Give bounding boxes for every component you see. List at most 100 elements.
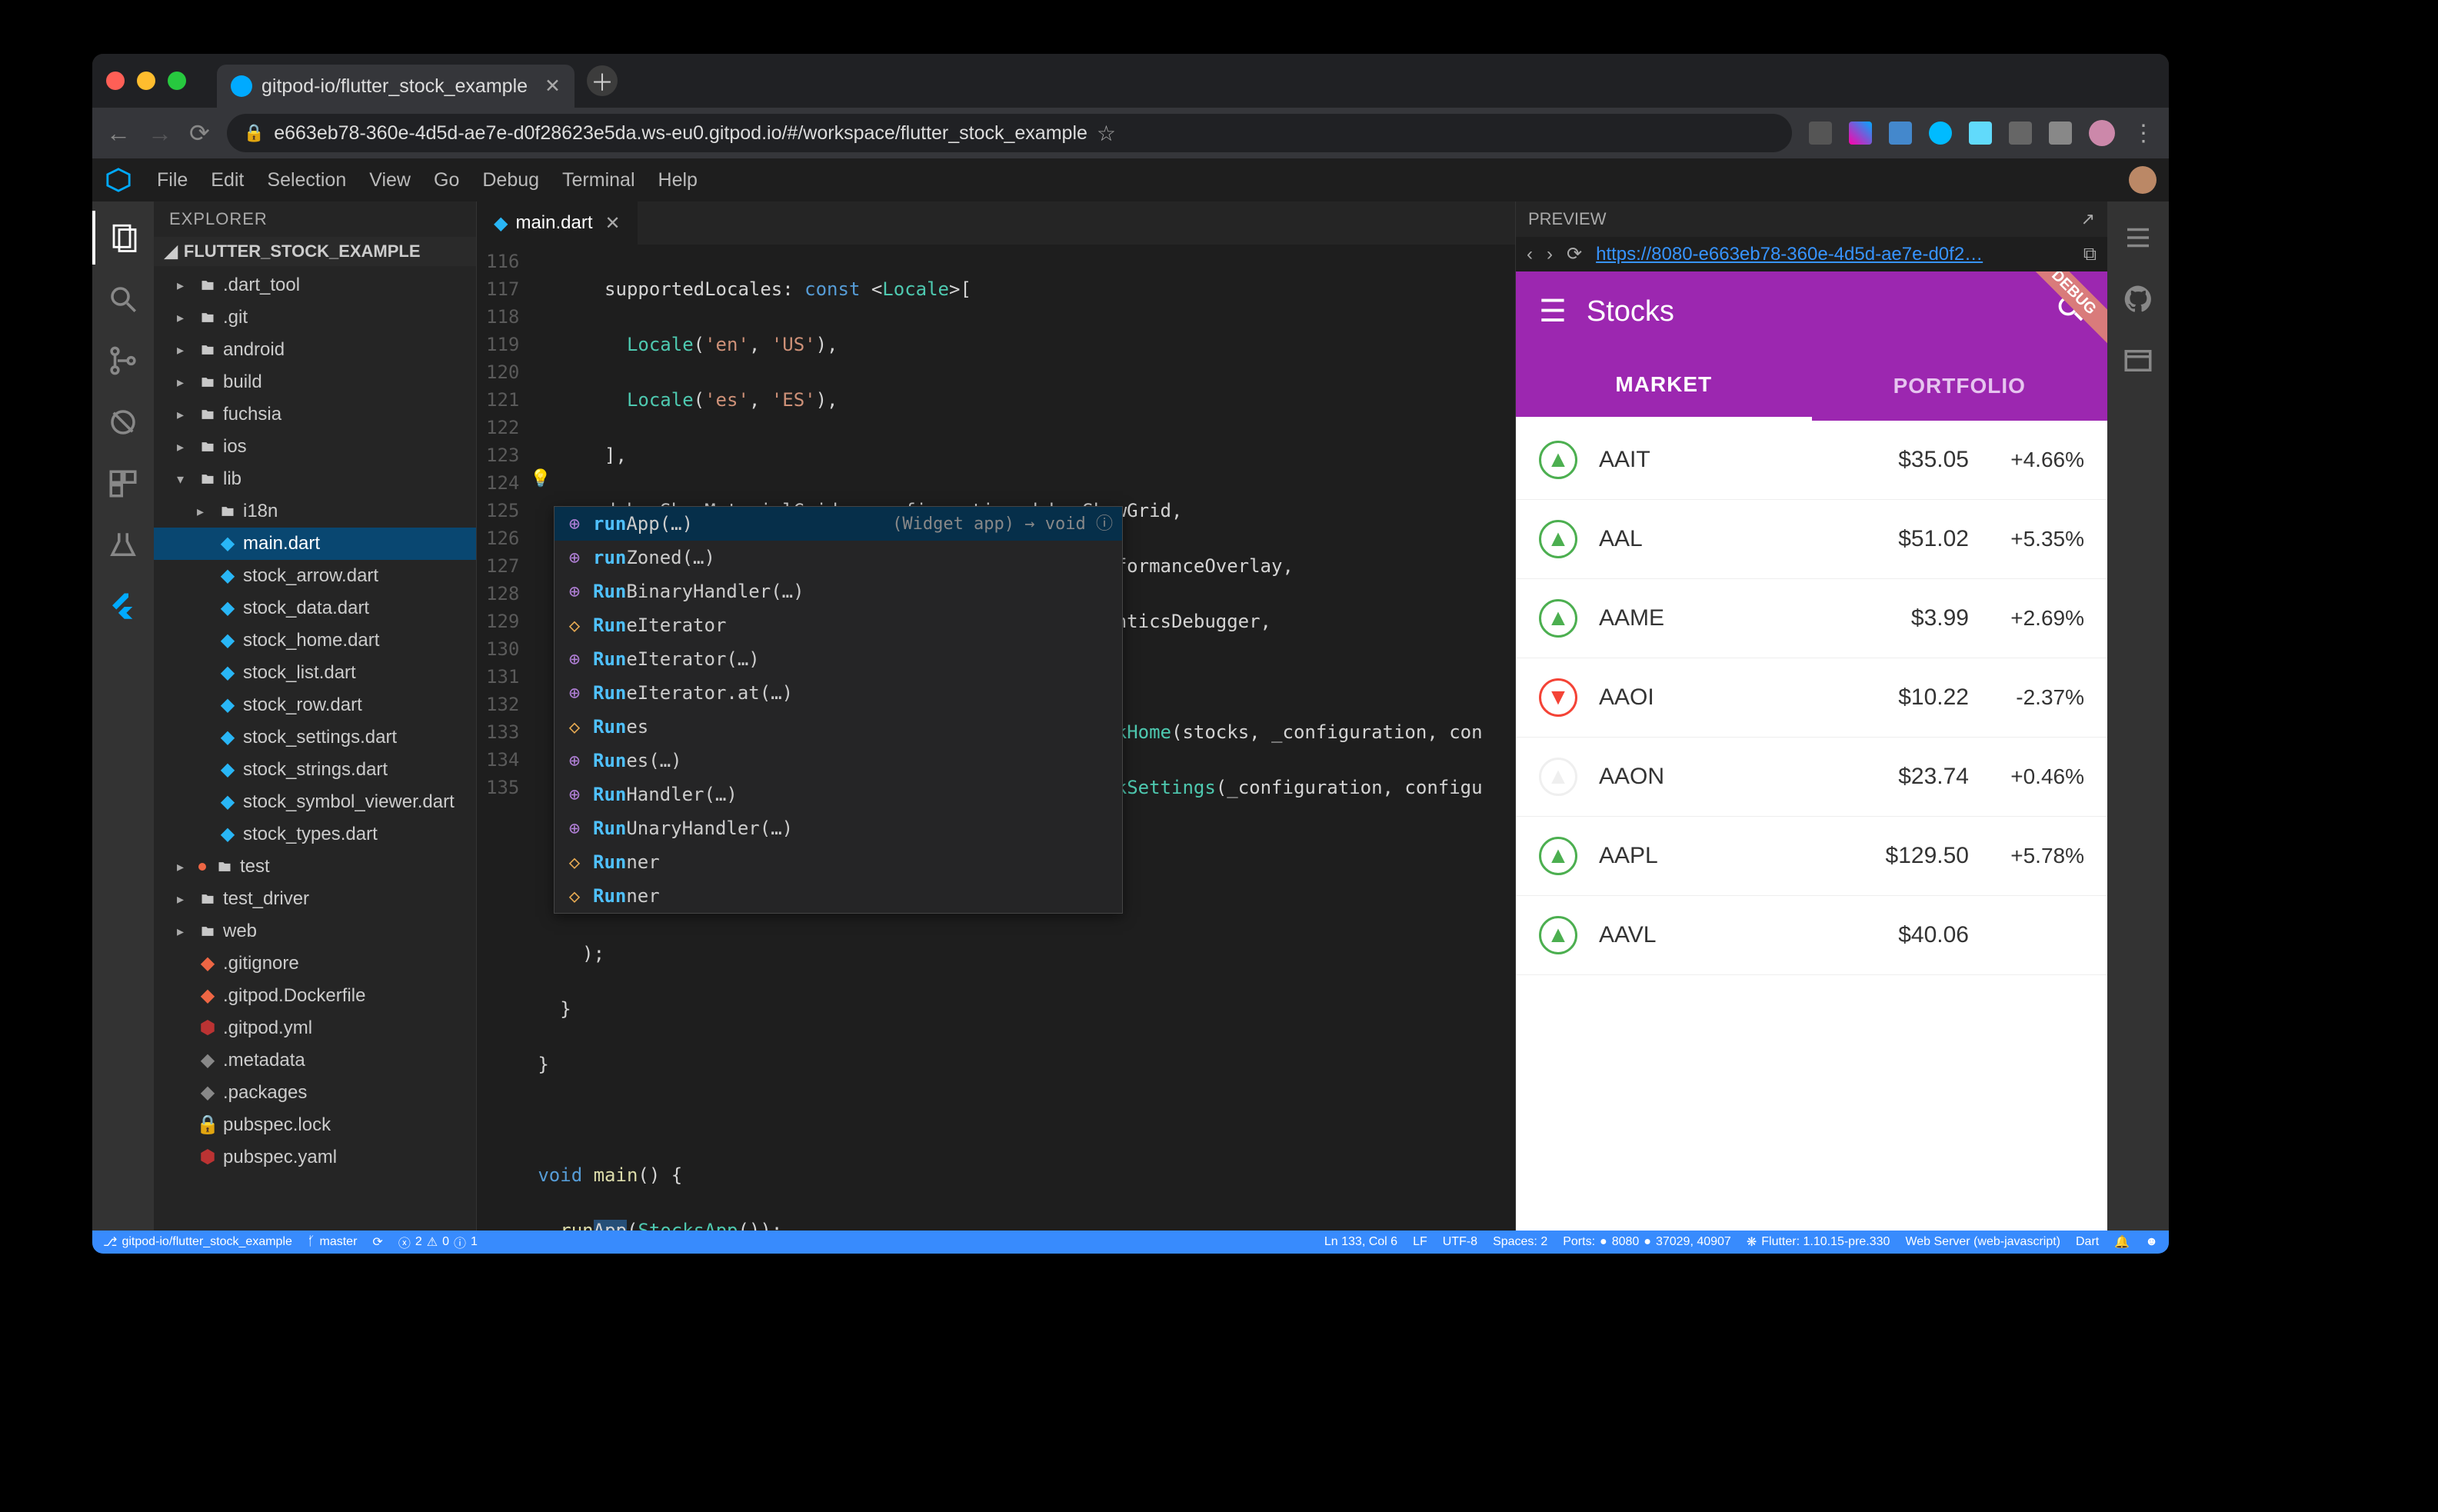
autocomplete-popup[interactable]: ⊕runApp(…)(Widget app) → void ⓘ⊕runZoned… xyxy=(554,506,1123,914)
stock-row-AAVL[interactable]: ▲AAVL$40.06 xyxy=(1516,896,2107,975)
extensions-icon[interactable] xyxy=(92,457,154,511)
browser-icon[interactable] xyxy=(2107,334,2169,388)
autocomplete-item[interactable]: ⊕RuneIterator(…) xyxy=(555,642,1122,676)
stock-row-AAME[interactable]: ▲AAME$3.99+2.69% xyxy=(1516,579,2107,658)
tree-pubspec-lock[interactable]: 🔒pubspec.lock xyxy=(154,1109,476,1141)
tree-main-dart[interactable]: ◆main.dart xyxy=(154,528,476,560)
status-cursor[interactable]: Ln 133, Col 6 xyxy=(1324,1235,1397,1249)
tab-portfolio[interactable]: PORTFOLIO xyxy=(1812,351,2108,421)
menu-selection[interactable]: Selection xyxy=(267,169,346,191)
tree--git[interactable]: ▸.git xyxy=(154,301,476,334)
autocomplete-item[interactable]: ⊕runApp(…)(Widget app) → void ⓘ xyxy=(555,507,1122,541)
tree--gitpod-Dockerfile[interactable]: ◆.gitpod.Dockerfile xyxy=(154,980,476,1012)
tree-stock_data-dart[interactable]: ◆stock_data.dart xyxy=(154,592,476,624)
window-zoom-icon[interactable] xyxy=(168,72,186,90)
menu-go[interactable]: Go xyxy=(434,169,459,191)
tab-market[interactable]: MARKET xyxy=(1516,351,1812,421)
tree-stock_strings-dart[interactable]: ◆stock_strings.dart xyxy=(154,754,476,786)
status-device[interactable]: Web Server (web-javascript) xyxy=(1905,1235,2060,1249)
stock-row-AAIT[interactable]: ▲AAIT$35.05+4.66% xyxy=(1516,421,2107,500)
profile-avatar[interactable] xyxy=(2089,120,2115,146)
tree-stock_arrow-dart[interactable]: ◆stock_arrow.dart xyxy=(154,560,476,592)
gitpod-logo-icon[interactable] xyxy=(105,166,132,194)
open-window-icon[interactable]: ⧉ xyxy=(2083,244,2097,265)
window-minimize-icon[interactable] xyxy=(137,72,155,90)
autocomplete-item[interactable]: ◇Runes xyxy=(555,710,1122,744)
autocomplete-item[interactable]: ⊕RunHandler(…) xyxy=(555,778,1122,811)
status-ports[interactable]: Ports: ● 8080 ● 37029, 40907 xyxy=(1563,1235,1731,1249)
code-editor[interactable]: 1161171181191201211221231241251261271281… xyxy=(477,245,1515,1254)
menu-view[interactable]: View xyxy=(369,169,411,191)
autocomplete-item[interactable]: ⊕RuneIterator.at(…) xyxy=(555,676,1122,710)
preview-forward-icon[interactable]: › xyxy=(1547,244,1553,265)
open-external-icon[interactable]: ↗ xyxy=(2081,209,2095,229)
extension-icon[interactable] xyxy=(1889,122,1912,145)
status-flutter[interactable]: ❋ Flutter: 1.10.15-pre.330 xyxy=(1747,1234,1890,1250)
outline-icon[interactable] xyxy=(2107,211,2169,265)
menu-help[interactable]: Help xyxy=(658,169,698,191)
project-header[interactable]: ◢FLUTTER_STOCK_EXAMPLE xyxy=(154,237,476,266)
status-bell-icon[interactable]: 🔔 xyxy=(2114,1234,2130,1250)
github-icon[interactable] xyxy=(2107,272,2169,326)
back-button[interactable]: ← xyxy=(106,119,131,148)
autocomplete-item[interactable]: ◇Runner xyxy=(555,845,1122,879)
extension-icon[interactable] xyxy=(2049,122,2072,145)
tree-stock_list-dart[interactable]: ◆stock_list.dart xyxy=(154,657,476,689)
extension-icon[interactable] xyxy=(1969,122,1992,145)
tree-android[interactable]: ▸android xyxy=(154,334,476,366)
bookmark-icon[interactable]: ☆ xyxy=(1097,121,1116,146)
address-bar[interactable]: 🔒 e663eb78-360e-4d5d-ae7e-d0f28623e5da.w… xyxy=(227,114,1792,152)
tree-pubspec-yaml[interactable]: ⬢pubspec.yaml xyxy=(154,1141,476,1174)
tree-stock_types-dart[interactable]: ◆stock_types.dart xyxy=(154,818,476,851)
reload-button[interactable]: ⟳ xyxy=(189,118,210,148)
preview-reload-icon[interactable]: ⟳ xyxy=(1567,243,1582,265)
menu-file[interactable]: File xyxy=(157,169,188,191)
status-eol[interactable]: LF xyxy=(1413,1235,1427,1249)
browser-tab[interactable]: gitpod-io/flutter_stock_example ✕ xyxy=(217,65,575,108)
menu-terminal[interactable]: Terminal xyxy=(562,169,634,191)
stock-row-AAL[interactable]: ▲AAL$51.02+5.35% xyxy=(1516,500,2107,579)
status-branch[interactable]: ᚶ master xyxy=(308,1235,358,1249)
autocomplete-item[interactable]: ◇Runner xyxy=(555,879,1122,913)
flutter-icon[interactable] xyxy=(92,580,154,634)
stock-row-AAON[interactable]: ▲AAON$23.74+0.46% xyxy=(1516,738,2107,817)
forward-button[interactable]: → xyxy=(148,119,172,148)
close-tab-icon[interactable]: ✕ xyxy=(605,212,621,235)
status-sync[interactable]: ⟳ xyxy=(372,1234,382,1250)
preview-url[interactable]: https://8080-e663eb78-360e-4d5d-ae7e-d0f… xyxy=(1596,244,2070,265)
tree-test[interactable]: ▸test xyxy=(154,851,476,883)
stock-row-AAPL[interactable]: ▲AAPL$129.50+5.78% xyxy=(1516,817,2107,896)
tree-stock_settings-dart[interactable]: ◆stock_settings.dart xyxy=(154,721,476,754)
close-tab-icon[interactable]: ✕ xyxy=(545,75,561,98)
autocomplete-item[interactable]: ⊕RunUnaryHandler(…) xyxy=(555,811,1122,845)
tree--gitignore[interactable]: ◆.gitignore xyxy=(154,947,476,980)
autocomplete-item[interactable]: ◇RuneIterator xyxy=(555,608,1122,642)
user-avatar[interactable] xyxy=(2129,166,2157,194)
tree-build[interactable]: ▸build xyxy=(154,366,476,398)
status-lang[interactable]: Dart xyxy=(2076,1235,2099,1249)
tree-fuchsia[interactable]: ▸fuchsia xyxy=(154,398,476,431)
extension-icon[interactable] xyxy=(1929,122,1952,145)
status-encoding[interactable]: UTF-8 xyxy=(1443,1235,1477,1249)
new-tab-button[interactable]: ＋ xyxy=(587,65,618,96)
explorer-icon[interactable] xyxy=(92,211,154,265)
lightbulb-icon[interactable]: 💡 xyxy=(531,466,551,491)
status-problems[interactable]: ⓧ 2 ⚠ 0 ⓘ 1 xyxy=(398,1233,478,1251)
tree--dart_tool[interactable]: ▸.dart_tool xyxy=(154,269,476,301)
extension-icon[interactable] xyxy=(1849,122,1872,145)
tree-stock_home-dart[interactable]: ◆stock_home.dart xyxy=(154,624,476,657)
tree-ios[interactable]: ▸ios xyxy=(154,431,476,463)
editor-tab-main[interactable]: ◆ main.dart ✕ xyxy=(477,201,638,245)
source-control-icon[interactable] xyxy=(92,334,154,388)
extension-icon[interactable] xyxy=(2009,122,2032,145)
tree-stock_symbol_viewer-dart[interactable]: ◆stock_symbol_viewer.dart xyxy=(154,786,476,818)
testing-icon[interactable] xyxy=(92,518,154,572)
autocomplete-item[interactable]: ⊕Runes(…) xyxy=(555,744,1122,778)
search-icon[interactable] xyxy=(92,272,154,326)
debug-icon[interactable] xyxy=(92,395,154,449)
tree-lib[interactable]: ▾lib xyxy=(154,463,476,495)
menu-debug[interactable]: Debug xyxy=(482,169,539,191)
browser-menu-icon[interactable]: ⋮ xyxy=(2132,120,2155,147)
autocomplete-item[interactable]: ⊕RunBinaryHandler(…) xyxy=(555,574,1122,608)
hamburger-icon[interactable]: ☰ xyxy=(1539,294,1567,329)
